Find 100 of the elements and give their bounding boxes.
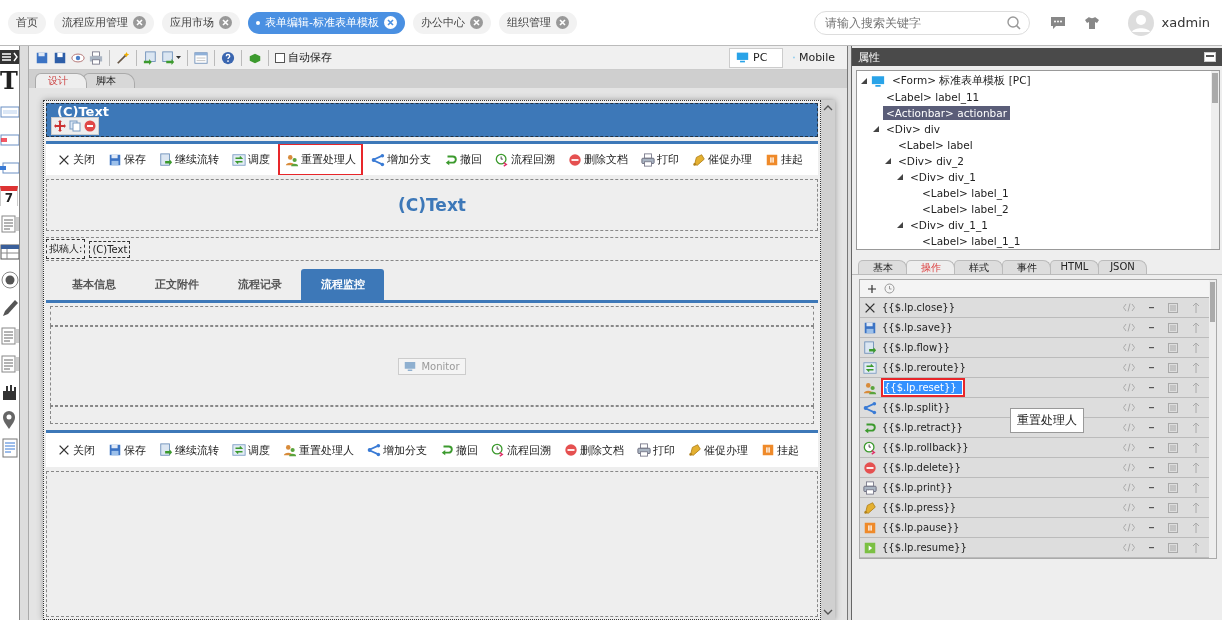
operation-item[interactable]: {{$.lp.split}}	[881, 401, 952, 414]
caret-icon[interactable]	[176, 56, 181, 59]
form-tab[interactable]: 正文附件	[135, 269, 218, 300]
list-icon[interactable]	[1168, 442, 1178, 453]
action-button[interactable]: 打印	[632, 438, 680, 462]
minus-icon[interactable]	[1149, 306, 1154, 309]
minus-icon[interactable]	[1149, 466, 1154, 469]
property-tab[interactable]: 基本	[858, 260, 907, 274]
arrow-up-icon[interactable]	[1192, 362, 1200, 373]
close-icon[interactable]	[470, 16, 483, 29]
property-tab[interactable]: 样式	[954, 260, 1003, 274]
nav-tab[interactable]: 组织管理	[499, 11, 577, 34]
tree-node[interactable]: <Div> div	[883, 122, 943, 136]
operation-item[interactable]: {{$.lp.retract}}	[881, 421, 964, 434]
operation-item[interactable]: {{$.lp.save}}	[881, 321, 954, 334]
delete-icon[interactable]	[84, 120, 96, 132]
action-button[interactable]: 挂起	[756, 438, 804, 462]
operation-item[interactable]: {{$.lp.delete}}	[881, 461, 962, 474]
action-button[interactable]: 重置处理人	[278, 144, 363, 175]
minus-icon[interactable]	[1149, 526, 1154, 529]
list-icon[interactable]	[1168, 342, 1178, 353]
tree-node[interactable]: <Label> label_2	[919, 202, 1012, 216]
code-icon[interactable]	[1123, 423, 1135, 432]
nav-tab[interactable]: 首页	[8, 11, 46, 34]
form-tab[interactable]: 基本信息	[52, 269, 135, 300]
calendar-tool[interactable]: 7	[0, 186, 18, 206]
wand-icon[interactable]	[116, 50, 130, 65]
document-icon[interactable]	[0, 438, 19, 458]
nav-tab[interactable]: 流程应用管理	[54, 11, 154, 34]
tree-node[interactable]: <Div> div_2	[895, 154, 967, 168]
close-icon[interactable]	[219, 16, 232, 29]
code-icon[interactable]	[1123, 503, 1135, 512]
text-tool[interactable]: T	[0, 68, 18, 94]
nav-tab[interactable]: 办公中心	[413, 11, 491, 34]
arrow-up-icon[interactable]	[1192, 322, 1200, 333]
operation-item[interactable]: {{$.lp.print}}	[881, 481, 954, 494]
user-name[interactable]: xadmin	[1161, 15, 1210, 30]
action-button[interactable]: 重置处理人	[278, 438, 359, 462]
arrow-up-icon[interactable]	[1192, 542, 1200, 553]
action-button[interactable]: 催促办理	[687, 148, 757, 171]
operation-item[interactable]: {{$.lp.press}}	[881, 501, 958, 514]
action-button[interactable]: 打印	[636, 148, 684, 171]
close-icon[interactable]	[133, 16, 146, 29]
code-icon[interactable]	[1123, 303, 1135, 312]
device-toggle[interactable]: Mobile	[787, 47, 841, 68]
search-field[interactable]: 请输入搜索关键字	[813, 10, 1030, 35]
action-button[interactable]: 增加分支	[362, 438, 432, 462]
property-tab[interactable]: HTML	[1050, 260, 1099, 274]
action-button[interactable]: 增加分支	[366, 148, 436, 171]
action-button[interactable]: 催促办理	[683, 438, 753, 462]
arrow-up-icon[interactable]	[1192, 302, 1200, 313]
minus-icon[interactable]	[1149, 486, 1154, 489]
tree-node[interactable]: <Div> div_1	[907, 170, 979, 184]
minus-icon[interactable]	[1149, 346, 1154, 349]
expand-triangle-icon[interactable]	[861, 78, 867, 84]
minus-icon[interactable]	[1149, 506, 1154, 509]
printer-icon[interactable]	[89, 50, 103, 65]
table-icon[interactable]	[0, 242, 19, 262]
pen-icon[interactable]	[0, 298, 19, 318]
checkbox[interactable]	[275, 52, 285, 63]
action-button[interactable]: 调度	[227, 148, 275, 171]
minus-icon[interactable]	[1149, 326, 1154, 329]
code-icon[interactable]	[1123, 523, 1135, 532]
operation-item[interactable]: {{$.lp.rollback}}	[881, 441, 970, 454]
radio-icon[interactable]	[0, 270, 19, 290]
action-button[interactable]: 挂起	[760, 148, 808, 171]
property-tab[interactable]: JSON	[1098, 260, 1147, 274]
minus-icon[interactable]	[1149, 406, 1154, 409]
code-icon[interactable]	[1123, 403, 1135, 412]
code-icon[interactable]	[1123, 363, 1135, 372]
tree-node[interactable]: <Actionbar> actionbar	[883, 106, 1010, 120]
form-tab[interactable]: 流程记录	[218, 269, 301, 300]
arrow-up-icon[interactable]	[1192, 482, 1200, 493]
form-tab[interactable]: 流程监控	[301, 269, 384, 300]
tree-node[interactable]: <Form> 标准表单模板 [PC]	[889, 73, 1034, 89]
hand-icon[interactable]	[0, 382, 19, 402]
nav-tab[interactable]: 应用市场	[162, 11, 240, 34]
list-icon[interactable]	[1168, 522, 1178, 533]
code-icon[interactable]	[1123, 323, 1135, 332]
operation-item[interactable]: {{$.lp.resume}}	[881, 541, 968, 554]
eye-icon[interactable]	[71, 50, 85, 65]
code-icon[interactable]	[1123, 543, 1135, 552]
save-icon[interactable]	[35, 50, 49, 65]
device-toggle[interactable]: PC	[729, 47, 783, 68]
move-icon[interactable]	[54, 120, 66, 132]
list-icon[interactable]	[1168, 382, 1178, 393]
minus-icon[interactable]	[1149, 366, 1154, 369]
list-icon[interactable]	[1168, 422, 1178, 433]
shirt-icon[interactable]	[1083, 15, 1100, 30]
scrollbar-thumb[interactable]	[1212, 73, 1218, 103]
operation-item[interactable]: {{$.lp.reroute}}	[881, 361, 967, 374]
arrow-up-icon[interactable]	[1192, 422, 1200, 433]
action-button[interactable]: 关闭	[52, 148, 100, 171]
reset-icon[interactable]	[884, 283, 895, 294]
arrow-up-icon[interactable]	[1192, 462, 1200, 473]
operation-item[interactable]: {{$.lp.flow}}	[881, 341, 951, 354]
property-tab[interactable]: 事件	[1002, 260, 1051, 274]
list-icon[interactable]	[1168, 402, 1178, 413]
list-icon[interactable]	[1168, 362, 1178, 373]
arrow-up-icon[interactable]	[1192, 402, 1200, 413]
